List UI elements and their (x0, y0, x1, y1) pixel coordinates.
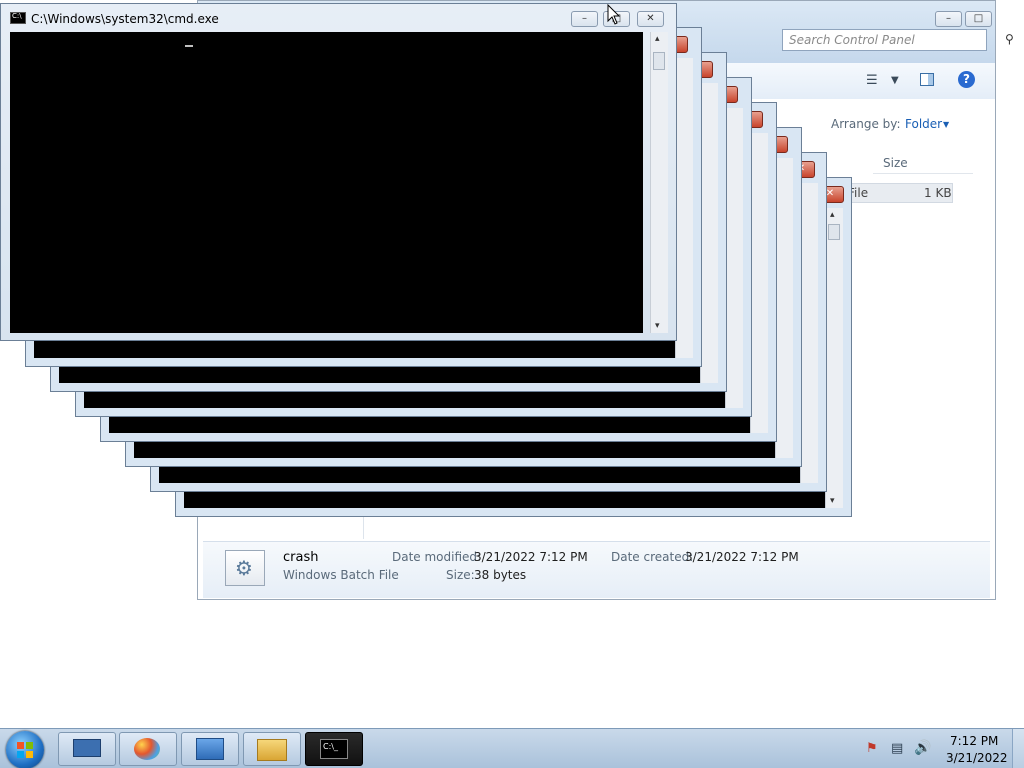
console-area[interactable] (10, 32, 643, 333)
control-panel-icon (196, 738, 224, 760)
batch-file-icon: ⚙ (225, 550, 265, 586)
scroll-thumb[interactable] (653, 52, 665, 70)
vertical-scrollbar[interactable] (700, 83, 718, 383)
clock-time[interactable]: 7:12 PM (950, 734, 998, 748)
action-center-flag-icon[interactable]: ⚑ (866, 741, 878, 756)
folder-icon (257, 739, 287, 761)
file-size-cell: 1 KB (924, 186, 952, 200)
scroll-up-icon[interactable]: ▴ (830, 210, 835, 220)
network-icon[interactable]: ▤ (891, 741, 903, 756)
taskbar: C:\_ ⚑ ▤ 🔊 7:12 PM 3/21/2022 (0, 728, 1024, 768)
vertical-scrollbar[interactable]: ▴ ▾ (825, 208, 843, 508)
details-pane: ⚙ crash Windows Batch File Date modified… (203, 541, 990, 598)
help-icon[interactable]: ? (958, 71, 975, 88)
column-header-size[interactable]: Size (873, 151, 973, 174)
taskbar-item-cmd[interactable]: C:\_ (305, 732, 363, 766)
close-icon: ✕ (646, 13, 655, 24)
keyboard-icon (73, 739, 101, 757)
detail-file-type: Windows Batch File (283, 568, 399, 582)
scroll-thumb[interactable] (828, 224, 840, 240)
close-button[interactable]: ✕ (637, 11, 664, 27)
vertical-scrollbar[interactable] (750, 133, 768, 433)
vertical-scrollbar[interactable] (775, 158, 793, 458)
text-cursor (185, 45, 193, 47)
chevron-down-icon[interactable]: ▼ (891, 75, 899, 86)
taskbar-item-paint[interactable] (119, 732, 177, 766)
arrange-by-label: Arrange by: (831, 117, 901, 131)
file-row[interactable]: File 1 KB (843, 183, 953, 203)
windows-logo-icon (17, 742, 33, 758)
volume-icon[interactable]: 🔊 (914, 740, 931, 756)
detail-size-value: 38 bytes (474, 568, 527, 582)
show-desktop-button[interactable] (1012, 729, 1024, 768)
minimize-icon: – (582, 13, 587, 24)
explorer-maximize-button[interactable]: □ (965, 11, 992, 27)
vertical-scrollbar[interactable] (725, 108, 743, 408)
taskbar-item-control-panel[interactable] (181, 732, 239, 766)
taskbar-item-explorer[interactable] (243, 732, 301, 766)
vertical-scrollbar[interactable] (675, 58, 693, 358)
explorer-minimize-button[interactable]: – (935, 11, 962, 27)
detail-date-modified-label: Date modified: (392, 550, 482, 564)
clock-date[interactable]: 3/21/2022 (946, 751, 1008, 765)
minimize-icon: – (946, 13, 951, 24)
maximize-icon: □ (973, 13, 984, 24)
detail-date-modified-value: 3/21/2022 7:12 PM (474, 550, 588, 564)
preview-pane-icon[interactable] (920, 73, 934, 86)
search-input[interactable]: Search Control Panel (782, 29, 987, 51)
gear-icon: ⚙ (235, 556, 253, 580)
cmd-icon: C:\_ (320, 739, 348, 759)
minimize-button[interactable]: – (571, 11, 598, 27)
column-size-label: Size (883, 156, 908, 170)
search-icon[interactable]: ⚲ (1005, 32, 1014, 46)
arrange-chevron-icon[interactable]: ▼ (943, 120, 949, 129)
detail-size-label: Size: (446, 568, 475, 582)
vertical-scrollbar[interactable] (800, 183, 818, 483)
cmd-app-icon[interactable]: C:\ (10, 12, 26, 24)
window-title: C:\Windows\system32\cmd.exe (31, 12, 219, 26)
cmd-window-main[interactable]: C:\ C:\Windows\system32\cmd.exe – □ ✕ ▴ … (0, 3, 677, 341)
vertical-scrollbar[interactable]: ▴ ▾ (650, 32, 668, 333)
cmd-prompt-glyph: C:\ (12, 12, 22, 20)
taskbar-item-keyboard[interactable] (58, 732, 116, 766)
scroll-down-icon[interactable]: ▾ (830, 496, 835, 506)
mouse-pointer-icon (607, 4, 621, 25)
paint-palette-icon (134, 738, 160, 760)
arrange-by-dropdown[interactable]: Folder (905, 117, 942, 131)
start-button[interactable] (6, 731, 44, 768)
detail-file-name: crash (283, 550, 319, 565)
scroll-up-icon[interactable]: ▴ (655, 34, 660, 44)
detail-date-created-label: Date created: (611, 550, 694, 564)
pane-divider (363, 517, 364, 539)
detail-date-created-value: 3/21/2022 7:12 PM (685, 550, 799, 564)
view-options-icon[interactable]: ☰ (866, 73, 878, 88)
scroll-down-icon[interactable]: ▾ (655, 321, 660, 331)
